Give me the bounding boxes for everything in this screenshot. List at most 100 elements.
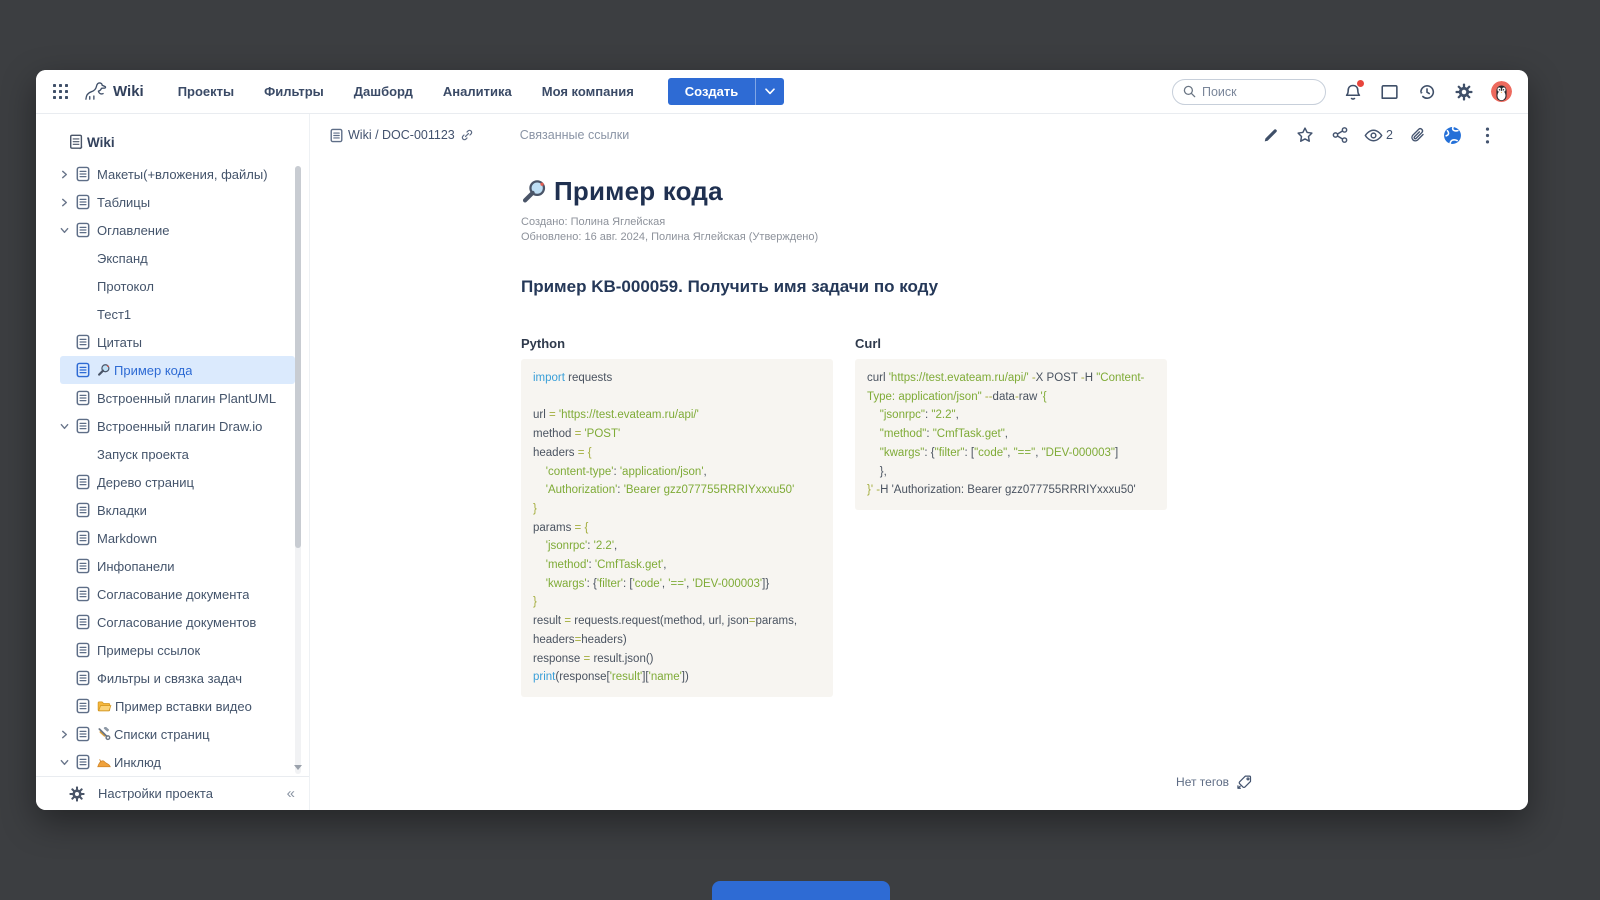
sidebar: Wiki Макеты(+вложения, файлы)ТаблицыОгла…	[36, 114, 310, 810]
chevron-right-icon[interactable]	[60, 169, 76, 179]
copy-link-icon[interactable]	[460, 128, 474, 142]
sidebar-item[interactable]: Оглавление	[60, 216, 295, 244]
folder-emoji-icon	[97, 700, 112, 712]
sidebar-item[interactable]: Экспанд	[60, 244, 295, 272]
sidebar-item[interactable]: Согласование документа	[60, 580, 295, 608]
more-kebab-icon[interactable]	[1476, 124, 1498, 146]
code-block-title: Python	[521, 336, 833, 351]
sidebar-item-label: Дерево страниц	[97, 475, 194, 490]
project-settings-gear-icon[interactable]	[69, 786, 85, 802]
add-tag-icon[interactable]	[1236, 774, 1253, 789]
chevron-spacer	[60, 477, 76, 487]
collapse-sidebar-button[interactable]: «	[287, 785, 295, 802]
related-links-tab[interactable]: Связанные ссылки	[520, 128, 629, 142]
nav-item-4[interactable]: Аналитика	[443, 84, 512, 99]
sidebar-item[interactable]: Цитаты	[60, 328, 295, 356]
sidebar-item[interactable]: Встроенный плагин PlantUML	[60, 384, 295, 412]
sidebar-item[interactable]: Таблицы	[60, 188, 295, 216]
chevron-spacer	[60, 337, 76, 347]
nav-item-2[interactable]: Фильтры	[264, 84, 324, 99]
code-columns: Python import requests url = 'https://tes…	[521, 336, 1221, 697]
chevron-right-icon[interactable]	[60, 729, 76, 739]
notification-dot	[1357, 80, 1364, 87]
sidebar-item[interactable]: Инфопанели	[60, 552, 295, 580]
sidebar-item-label: Запуск проекта	[97, 447, 189, 462]
document-icon	[76, 754, 97, 770]
chevron-spacer	[60, 589, 76, 599]
edit-pencil-icon[interactable]	[1259, 124, 1281, 146]
notes-icon[interactable]	[1380, 82, 1400, 102]
dune-emoji-icon	[97, 757, 111, 768]
document-icon	[76, 474, 97, 490]
sidebar-item-label: Макеты(+вложения, файлы)	[97, 167, 268, 182]
nav-item-3[interactable]: Дашборд	[354, 84, 413, 99]
sidebar-item[interactable]: Встроенный плагин Draw.io	[60, 412, 295, 440]
document-icon	[76, 614, 97, 630]
sidebar-item[interactable]: Markdown	[60, 524, 295, 552]
created-meta: Создано: Полина Яглейская	[521, 215, 1221, 230]
sidebar-scroll-arrow[interactable]	[294, 765, 302, 770]
chevron-spacer	[60, 505, 76, 515]
create-dropdown-button[interactable]	[755, 78, 784, 105]
page-title: Пример кода	[554, 176, 723, 207]
sidebar-item-label: Пример вставки видео	[115, 699, 252, 714]
desktop-background: Wiki Проекты Фильтры Дашборд Аналитика Моя к…	[0, 0, 1600, 900]
wiki-book-icon	[69, 134, 84, 150]
sidebar-item[interactable]: Вкладки	[60, 496, 295, 524]
chevron-down-icon[interactable]	[60, 757, 76, 767]
chevron-spacer	[60, 561, 76, 571]
share-icon[interactable]	[1329, 124, 1351, 146]
nav-item-1[interactable]: Проекты	[178, 84, 234, 99]
sidebar-item-label: Примеры ссылок	[97, 643, 200, 658]
chevron-right-icon[interactable]	[60, 197, 76, 207]
notifications-bell-icon[interactable]	[1343, 82, 1363, 102]
create-button[interactable]: Создать	[668, 78, 755, 105]
user-avatar[interactable]	[1491, 81, 1512, 102]
chevron-down-icon[interactable]	[60, 421, 76, 431]
sidebar-item[interactable]: Фильтры и связка задач	[60, 664, 295, 692]
app-title: Wiki	[113, 83, 144, 100]
sidebar-scrollbar[interactable]	[295, 166, 301, 774]
sidebar-item[interactable]: Макеты(+вложения, файлы)	[60, 160, 295, 188]
document-icon	[76, 418, 97, 434]
sidebar-item[interactable]: Дерево страниц	[60, 468, 295, 496]
chevron-down-icon[interactable]	[60, 225, 76, 235]
sidebar-item[interactable]: Пример вставки видео	[60, 692, 295, 720]
title-magnifier-emoji-icon	[521, 178, 548, 205]
public-globe-icon[interactable]	[1441, 124, 1463, 146]
sidebar-item[interactable]: Инклюд	[60, 748, 295, 776]
sidebar-tree: Макеты(+вложения, файлы) ТаблицыОглавлени…	[36, 160, 295, 776]
sidebar-item[interactable]: Списки страниц	[60, 720, 295, 748]
document-icon	[76, 642, 97, 658]
history-icon[interactable]	[1417, 82, 1437, 102]
article: Пример кода Создано: Полина Яглейская Об…	[521, 156, 1221, 697]
sidebar-item[interactable]: Примеры ссылок	[60, 636, 295, 664]
sidebar-scrollbar-thumb[interactable]	[295, 166, 301, 548]
app-logo[interactable]: Wiki	[82, 80, 144, 103]
sidebar-item[interactable]: Тест1	[60, 300, 295, 328]
search-box[interactable]	[1172, 79, 1326, 105]
sidebar-item[interactable]: Запуск проекта	[60, 440, 295, 468]
sidebar-item-label: Цитаты	[97, 335, 142, 350]
sidebar-item-label: Markdown	[97, 531, 157, 546]
sidebar-item[interactable]: Пример кода	[60, 356, 295, 384]
attachment-paperclip-icon[interactable]	[1406, 124, 1428, 146]
settings-gear-icon[interactable]	[1454, 82, 1474, 102]
sidebar-item[interactable]: Согласование документов	[60, 608, 295, 636]
nav-item-5[interactable]: Моя компания	[542, 84, 634, 99]
code-block[interactable]: import requests url = 'https://test.evat…	[521, 359, 833, 697]
sidebar-item-label: Пример кода	[114, 363, 192, 378]
project-settings-label[interactable]: Настройки проекта	[98, 786, 213, 801]
code-block[interactable]: curl 'https://test.evateam.ru/api/' -X P…	[855, 359, 1167, 510]
breadcrumb[interactable]: Wiki / DOC-001123	[330, 128, 474, 143]
sidebar-footer: Настройки проекта «	[36, 776, 309, 810]
sidebar-item-label: Экспанд	[97, 251, 148, 266]
search-input[interactable]	[1202, 85, 1315, 99]
sidebar-item[interactable]: Протокол	[60, 272, 295, 300]
sidebar-item-label: Списки страниц	[114, 727, 210, 742]
views-counter[interactable]: 2	[1364, 128, 1393, 143]
apps-grid-icon[interactable]	[50, 82, 70, 102]
document-icon	[76, 726, 97, 742]
tags-row: Нет тегов	[310, 774, 1253, 789]
favorite-star-icon[interactable]	[1294, 124, 1316, 146]
